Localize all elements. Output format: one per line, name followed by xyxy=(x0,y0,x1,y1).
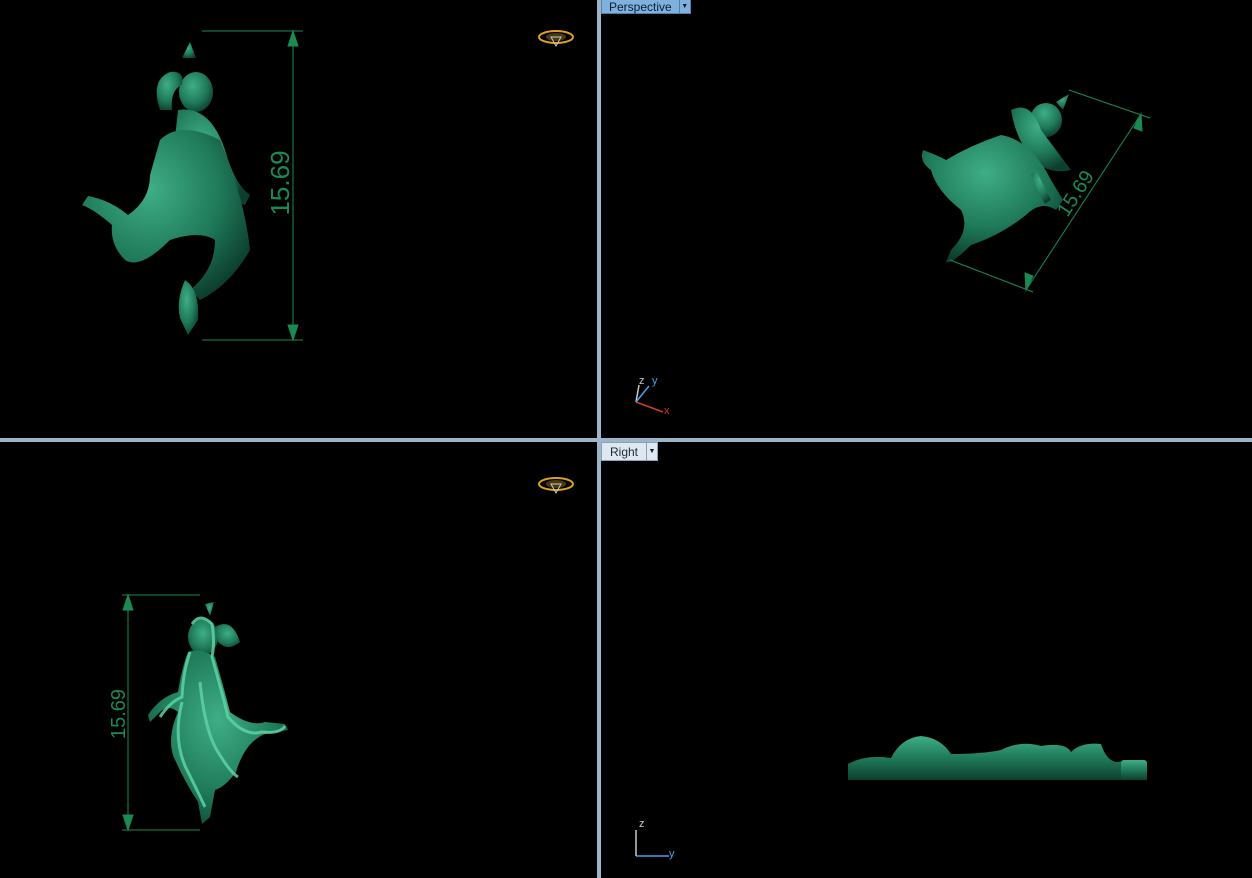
viewport-perspective[interactable]: Perspective ▼ 15.69 z y x xyxy=(601,0,1252,438)
axis-label-y: y xyxy=(652,375,658,387)
axis-label-z: z xyxy=(639,375,645,387)
axis-label-z: z xyxy=(639,818,645,830)
viewport-right[interactable]: Right ▼ z y xyxy=(601,442,1252,878)
dancer-model-back[interactable] xyxy=(148,602,288,824)
viewport-canvas xyxy=(635,736,1147,857)
viewport-canvas: 15.69 xyxy=(108,593,288,832)
viewport-bottom-left[interactable]: 15.69 xyxy=(0,442,597,878)
dimension-label: 15.69 xyxy=(265,150,295,215)
axis-triad-icon xyxy=(635,384,664,413)
axis-triad-icon xyxy=(635,830,669,857)
gumball-ring-icon[interactable] xyxy=(537,28,575,48)
dancer-model-front[interactable] xyxy=(82,42,250,335)
dancer-model-side[interactable] xyxy=(848,736,1147,780)
viewport-canvas: 15.69 xyxy=(82,29,303,342)
axis-label-x: x xyxy=(664,405,670,417)
gumball-ring-icon[interactable] xyxy=(537,475,575,495)
viewport-top-left[interactable]: 15.69 xyxy=(0,0,597,438)
axis-label-y: y xyxy=(669,848,675,860)
dimension-label: 15.69 xyxy=(1053,167,1099,221)
viewport-canvas: 15.69 xyxy=(635,89,1151,413)
dimension-label: 15.69 xyxy=(108,689,130,739)
dancer-model-perspective[interactable] xyxy=(922,94,1071,263)
